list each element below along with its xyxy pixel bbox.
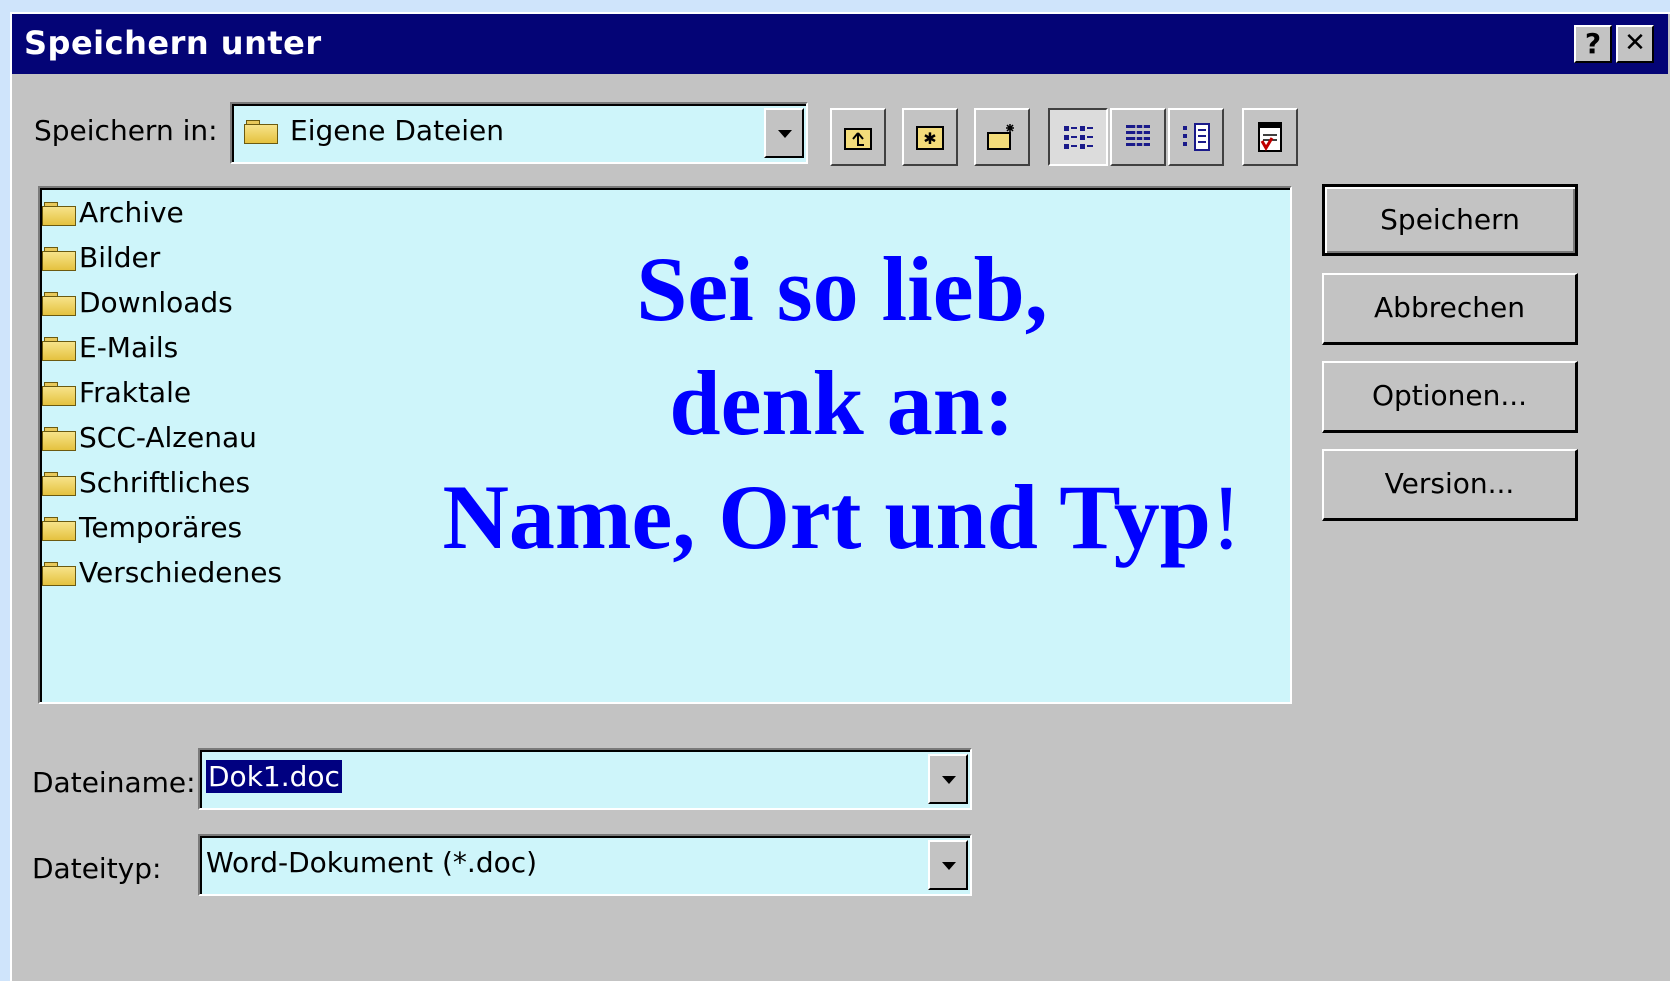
save-button[interactable]: Speichern <box>1322 184 1578 256</box>
reminder-line-3-text: Name, Ort und Typ <box>442 466 1211 568</box>
title-bar: Speichern unter ? ✕ <box>12 14 1668 74</box>
list-item-label: E-Mails <box>79 331 179 364</box>
filename-label: Dateiname: <box>32 766 196 799</box>
list-view-button[interactable] <box>1048 108 1108 166</box>
options-button[interactable]: Optionen... <box>1322 361 1578 433</box>
desktop-icon: ✱ <box>914 121 946 153</box>
folder-icon <box>42 247 76 271</box>
help-button[interactable]: ? <box>1574 25 1612 63</box>
reminder-exclamation: ! <box>1210 466 1242 568</box>
list-item-label: Archive <box>79 196 184 229</box>
folder-icon <box>42 292 76 316</box>
up-one-level-button[interactable] <box>830 108 886 166</box>
filetype-combo[interactable]: Word-Dokument (*.doc) <box>198 834 972 896</box>
folder-icon <box>42 202 76 226</box>
filetype-label: Dateityp: <box>32 852 162 885</box>
filetype-value: Word-Dokument (*.doc) <box>206 846 538 879</box>
reminder-line-3: Name, Ort und Typ! <box>342 460 1342 574</box>
list-item-label: Schriftliches <box>79 466 251 499</box>
folder-icon <box>42 517 76 541</box>
filetype-dropdown-button[interactable] <box>928 840 968 890</box>
desktop-button[interactable]: ✱ <box>902 108 958 166</box>
folder-icon <box>42 562 76 586</box>
details-view-button[interactable] <box>1110 108 1166 166</box>
list-item-label: SCC-Alzenau <box>79 421 257 454</box>
version-button[interactable]: Version... <box>1322 449 1578 521</box>
folder-icon <box>42 337 76 361</box>
properties-view-icon <box>1180 121 1212 153</box>
folder-icon <box>244 120 278 144</box>
filename-value: Dok1.doc <box>206 760 342 793</box>
cancel-button[interactable]: Abbrechen <box>1322 273 1578 345</box>
list-view-icon <box>1062 121 1094 153</box>
list-item-label: Temporäres <box>79 511 243 544</box>
details-view-icon <box>1122 121 1154 153</box>
list-item-label: Downloads <box>79 286 233 319</box>
list-item-label: Bilder <box>79 241 161 274</box>
location-label: Speichern in: <box>34 114 218 147</box>
reminder-line-1: Sei so lieb, <box>636 238 1048 340</box>
save-as-dialog: Speichern unter ? ✕ Speichern in: Eigene… <box>10 12 1670 981</box>
reminder-overlay: Sei so lieb, denk an: Name, Ort und Typ! <box>342 232 1342 574</box>
reminder-line-2: denk an: <box>669 352 1015 454</box>
folder-icon <box>42 427 76 451</box>
properties-view-button[interactable] <box>1168 108 1224 166</box>
folder-icon <box>42 472 76 496</box>
list-item-label: Fraktale <box>79 376 192 409</box>
commands-icon <box>1254 121 1286 153</box>
list-item-label: Verschiedenes <box>79 556 283 589</box>
svg-text:✱: ✱ <box>923 129 936 148</box>
location-combo[interactable]: Eigene Dateien <box>230 102 808 164</box>
location-dropdown-button[interactable] <box>764 108 804 158</box>
window-title: Speichern unter <box>24 24 322 62</box>
location-value: Eigene Dateien <box>290 114 505 147</box>
close-button[interactable]: ✕ <box>1616 25 1654 63</box>
filename-dropdown-button[interactable] <box>928 754 968 804</box>
new-folder-icon <box>986 121 1018 153</box>
new-folder-button[interactable] <box>974 108 1030 166</box>
up-one-level-icon <box>842 121 874 153</box>
folder-icon <box>42 382 76 406</box>
commands-button[interactable] <box>1242 108 1298 166</box>
filename-field[interactable]: Dok1.doc <box>198 748 972 810</box>
